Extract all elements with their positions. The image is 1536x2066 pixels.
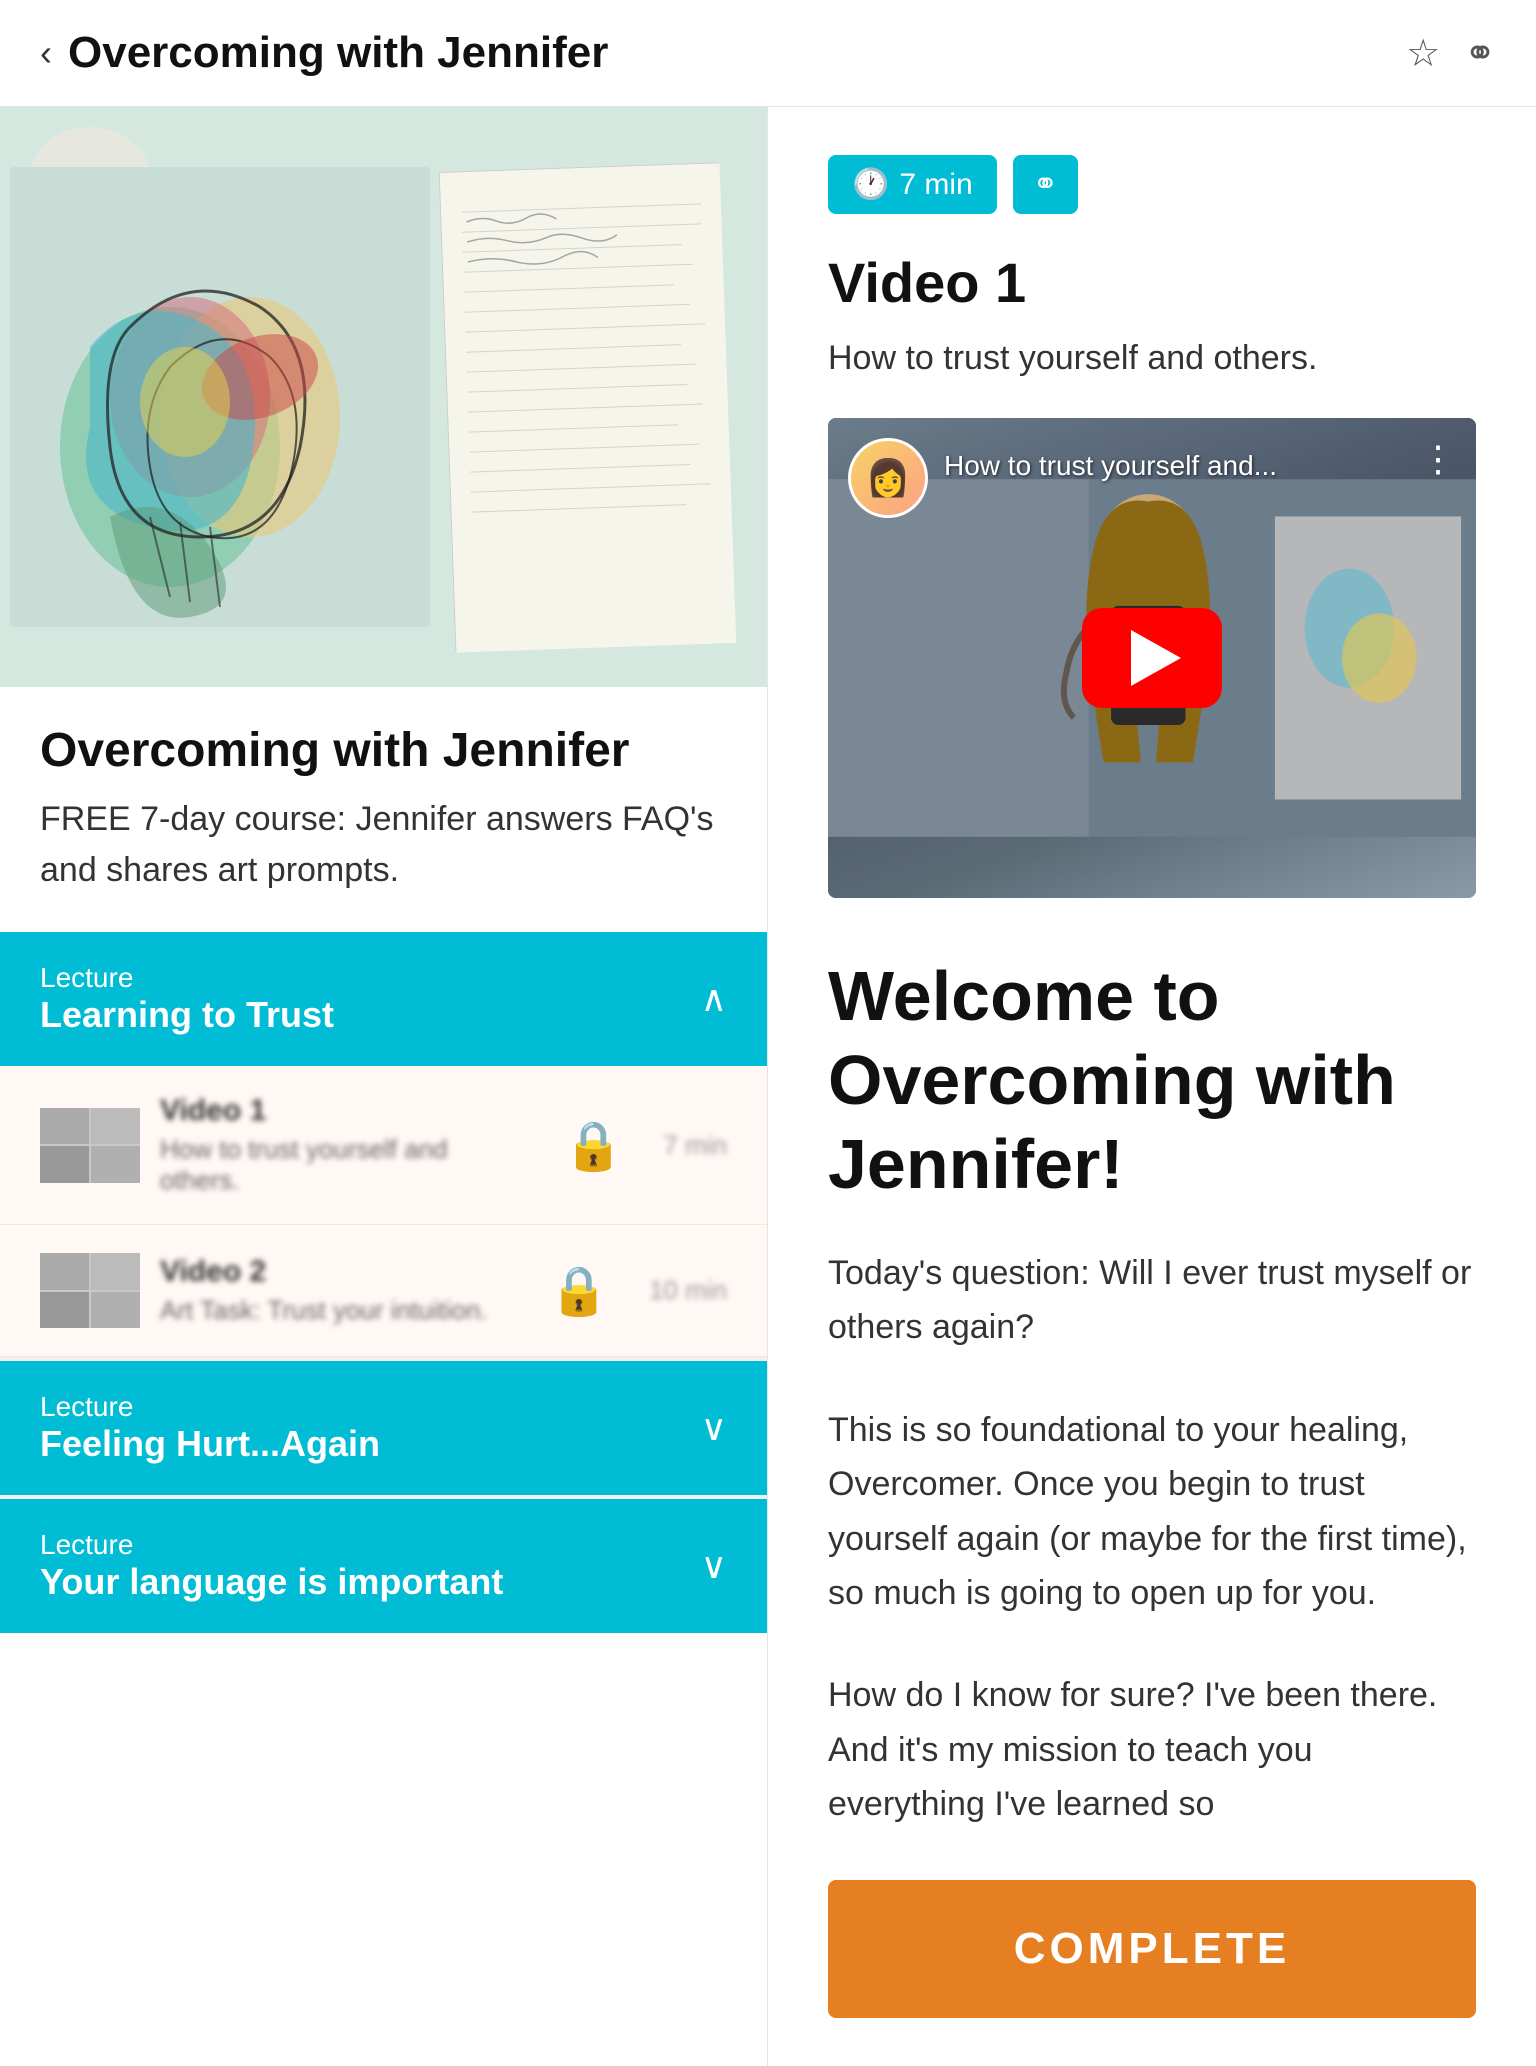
lecture-name-1: Learning to Trust (40, 994, 334, 1036)
header-title: Overcoming with Jennifer (68, 28, 608, 78)
lecture-chevron-1: ∧ (701, 978, 727, 1020)
video-title-1: Video 1 (160, 1094, 524, 1128)
lecture-item-feeling-hurt[interactable]: Lecture Feeling Hurt...Again ∨ (0, 1361, 767, 1495)
welcome-text-1: Today's question: Will I ever trust myse… (828, 1246, 1476, 1355)
video-duration-1: 7 min (663, 1130, 727, 1161)
video-list: Video 1 How to trust yourself and others… (0, 1066, 767, 1357)
lecture-name-2: Feeling Hurt...Again (40, 1423, 380, 1465)
lecture-text-3: Lecture Your language is important (40, 1529, 503, 1603)
video-thumbnail-1 (40, 1108, 140, 1183)
lecture-label-3: Lecture (40, 1529, 503, 1561)
lecture-chevron-2: ∨ (701, 1407, 727, 1449)
video-info-1: Video 1 How to trust yourself and others… (160, 1094, 524, 1196)
lecture-text-2: Lecture Feeling Hurt...Again (40, 1391, 380, 1465)
clock-icon: 🕐 (852, 167, 889, 202)
lecture-label-1: Lecture (40, 962, 334, 994)
link-icon[interactable]: ⚭ (1464, 31, 1496, 76)
lecture-item-learning-to-trust[interactable]: Lecture Learning to Trust ∧ (0, 932, 767, 1066)
video-desc-1: How to trust yourself and others. (160, 1134, 524, 1196)
course-description: FREE 7-day course: Jennifer answers FAQ'… (40, 794, 727, 896)
notebook-decoration (439, 162, 736, 651)
header-right: ☆ ⚭ (1406, 31, 1496, 76)
welcome-text-2: This is so foundational to your healing,… (828, 1403, 1476, 1621)
video-item-1[interactable]: Video 1 How to trust yourself and others… (0, 1066, 767, 1225)
right-video-subtitle: How to trust yourself and others. (828, 339, 1476, 378)
right-column: 🕐 7 min ⚭ Video 1 How to trust yourself … (768, 107, 1536, 2066)
youtube-embed[interactable]: 👩 How to trust yourself and... ⋮ (828, 418, 1476, 898)
yt-title-overlay: How to trust yourself and... (944, 450, 1277, 482)
welcome-text-3: How do I know for sure? I've been there.… (828, 1668, 1476, 1831)
play-triangle-icon (1131, 630, 1181, 686)
video-info-2: Video 2 Art Task: Trust your intuition. (160, 1255, 509, 1326)
back-button[interactable]: ‹ (40, 35, 52, 71)
bookmark-icon[interactable]: ☆ (1406, 31, 1440, 76)
course-info: Overcoming with Jennifer FREE 7-day cour… (0, 687, 767, 932)
lecture-item-language[interactable]: Lecture Your language is important ∨ (0, 1499, 767, 1633)
time-tag: 🕐 7 min (828, 155, 997, 214)
welcome-heading: Welcome to Overcoming with Jennifer! (828, 954, 1476, 1206)
header-left: ‹ Overcoming with Jennifer (40, 28, 608, 78)
video-item-2[interactable]: Video 2 Art Task: Trust your intuition. … (0, 1225, 767, 1357)
tags-row: 🕐 7 min ⚭ (828, 155, 1476, 214)
lecture-name-3: Your language is important (40, 1561, 503, 1603)
left-column: Overcoming with Jennifer FREE 7-day cour… (0, 107, 768, 2066)
art-painting (10, 167, 430, 627)
lock-icon-2: 🔒 (549, 1262, 609, 1319)
lecture-label-2: Lecture (40, 1391, 380, 1423)
video-desc-2: Art Task: Trust your intuition. (160, 1295, 509, 1326)
yt-avatar-icon: 👩 (866, 457, 911, 499)
course-image (0, 107, 767, 687)
lock-icon-1: 🔒 (564, 1117, 624, 1174)
right-video-title: Video 1 (828, 250, 1476, 315)
video-duration-2: 10 min (649, 1275, 727, 1306)
yt-avatar: 👩 (848, 438, 928, 518)
video-title-2: Video 2 (160, 1255, 509, 1289)
time-label: 7 min (899, 168, 972, 202)
lecture-text: Lecture Learning to Trust (40, 962, 334, 1036)
lecture-chevron-3: ∨ (701, 1545, 727, 1587)
yt-background: 👩 How to trust yourself and... ⋮ (828, 418, 1476, 898)
complete-button[interactable]: COMPLETE (828, 1880, 1476, 2018)
yt-play-button[interactable] (1082, 608, 1222, 708)
link-tag-icon: ⚭ (1033, 167, 1058, 202)
video-thumbnail-2 (40, 1253, 140, 1328)
main-layout: Overcoming with Jennifer FREE 7-day cour… (0, 107, 1536, 2066)
course-title: Overcoming with Jennifer (40, 723, 727, 778)
link-tag[interactable]: ⚭ (1013, 155, 1078, 214)
yt-menu-button[interactable]: ⋮ (1420, 438, 1456, 480)
header: ‹ Overcoming with Jennifer ☆ ⚭ (0, 0, 1536, 107)
